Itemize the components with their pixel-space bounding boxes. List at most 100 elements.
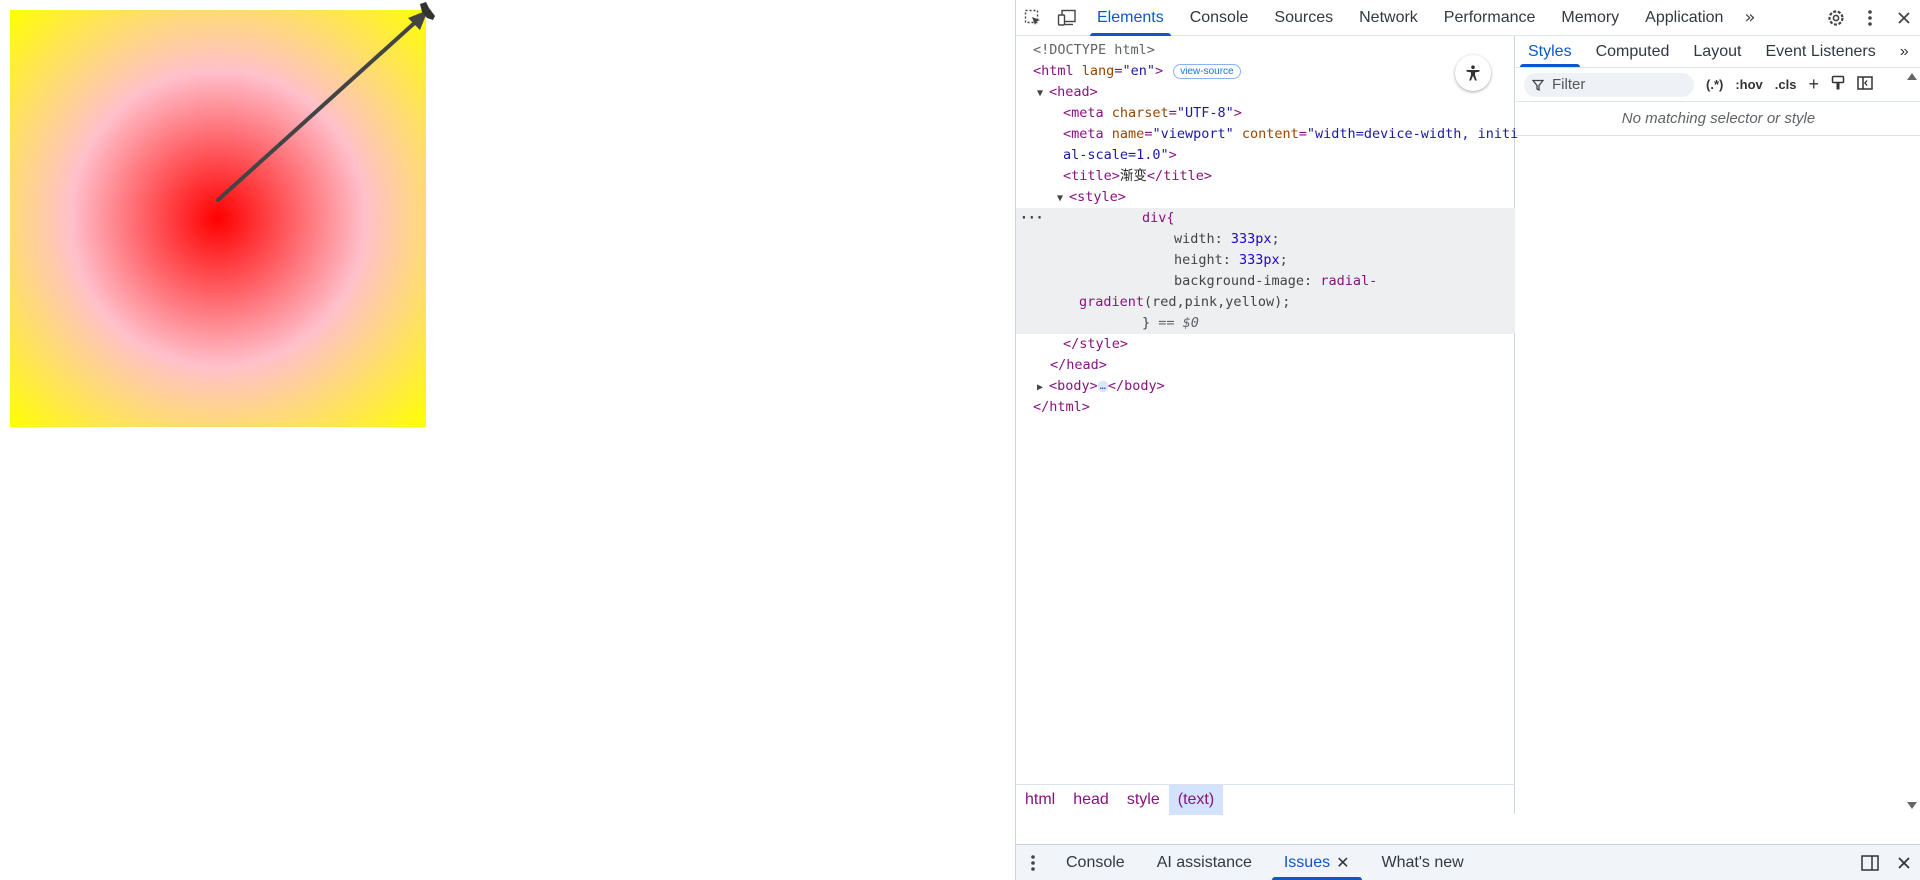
head-close-tag: head bbox=[1066, 357, 1099, 373]
drawer-tab-console[interactable]: Console bbox=[1050, 845, 1141, 880]
accessibility-tree-toggle[interactable] bbox=[1455, 55, 1491, 91]
meta-tag-name: meta bbox=[1071, 126, 1104, 142]
head-tag-name: head bbox=[1057, 84, 1090, 100]
meta-name-attr: name bbox=[1111, 126, 1145, 142]
no-matching-styles-message: No matching selector or style bbox=[1516, 102, 1920, 136]
tab-performance[interactable]: Performance bbox=[1431, 0, 1549, 36]
tab-styles[interactable]: Styles bbox=[1516, 36, 1584, 67]
regex-toggle-button[interactable]: (.*) bbox=[1700, 77, 1729, 92]
tab-console[interactable]: Console bbox=[1177, 0, 1262, 36]
dom-line-html[interactable]: <html lang="en"> view-source bbox=[1016, 61, 1515, 82]
dom-line-css-bg: background-image: radial- bbox=[1016, 271, 1515, 292]
collapsed-content-ellipsis[interactable]: … bbox=[1097, 380, 1108, 392]
dom-line-meta-viewport[interactable]: <meta name="viewport" content="width=dev… bbox=[1016, 124, 1518, 145]
close-drawer-icon[interactable] bbox=[1887, 845, 1920, 880]
css-width-val: 333px bbox=[1230, 231, 1272, 247]
tab-elements[interactable]: Elements bbox=[1084, 0, 1177, 36]
styles-filter-input[interactable]: Filter bbox=[1524, 72, 1694, 97]
more-actions-dots-icon[interactable]: ··· bbox=[1020, 208, 1043, 229]
breadcrumb-head[interactable]: head bbox=[1064, 785, 1118, 815]
css-height-prop: height: bbox=[1174, 252, 1240, 268]
tab-event-listeners[interactable]: Event Listeners bbox=[1753, 36, 1887, 67]
devtools-drawer: Console AI assistance Issues ✕ What's ne… bbox=[1016, 844, 1920, 880]
styles-filter-row: Filter (.*) :hov .cls + bbox=[1516, 68, 1920, 102]
css-bg-func: gradient bbox=[1079, 294, 1145, 310]
dom-line-head-close[interactable]: </head> bbox=[1016, 355, 1515, 376]
dom-line-css-selector[interactable]: ··· div{ bbox=[1016, 208, 1515, 229]
close-tab-icon[interactable]: ✕ bbox=[1336, 853, 1349, 873]
html-lang-attr: lang bbox=[1081, 63, 1115, 79]
scroll-up-arrow-icon bbox=[1907, 73, 1917, 80]
tab-computed[interactable]: Computed bbox=[1584, 36, 1682, 67]
dom-line-meta-charset[interactable]: <meta charset="UTF-8"> bbox=[1016, 103, 1515, 124]
meta-charset-attr: charset bbox=[1111, 105, 1169, 121]
devtools-panel: Elements Console Sources Network Perform… bbox=[1015, 0, 1920, 880]
dom-tree: <!DOCTYPE html> <html lang="en"> view-so… bbox=[1016, 40, 1518, 418]
gradient-div[interactable] bbox=[10, 10, 426, 427]
filter-tools: (.*) :hov .cls + bbox=[1700, 74, 1879, 95]
more-tabs-chevron-icon[interactable]: » bbox=[1736, 0, 1763, 36]
devtools-main-toolbar: Elements Console Sources Network Perform… bbox=[1016, 0, 1920, 36]
expand-triangle-icon[interactable]: ▼ bbox=[1037, 83, 1049, 104]
breadcrumb: html head style (text) bbox=[1016, 784, 1515, 815]
toggle-sidebar-icon[interactable] bbox=[1851, 76, 1879, 93]
drawer-tab-issues[interactable]: Issues ✕ bbox=[1268, 845, 1366, 880]
breadcrumb-text[interactable]: (text) bbox=[1168, 784, 1224, 815]
close-devtools-icon[interactable] bbox=[1887, 0, 1920, 36]
drawer-menu-icon[interactable] bbox=[1016, 845, 1050, 880]
breadcrumb-style[interactable]: style bbox=[1118, 785, 1169, 815]
class-toggle-button[interactable]: .cls bbox=[1769, 77, 1803, 92]
title-text: 渐变 bbox=[1119, 168, 1147, 184]
dom-line-body[interactable]: ▶ <body>… </body> bbox=[1016, 376, 1515, 397]
tab-application[interactable]: Application bbox=[1632, 0, 1736, 36]
tab-layout[interactable]: Layout bbox=[1681, 36, 1753, 67]
css-bg-val: radial- bbox=[1320, 273, 1378, 289]
css-semicolon: ; bbox=[1279, 252, 1288, 268]
dom-line-title[interactable]: <title>渐变</title> bbox=[1016, 166, 1515, 187]
css-height-val: 333px bbox=[1239, 252, 1280, 268]
scrollbar[interactable] bbox=[1905, 68, 1919, 814]
drawer-right-actions bbox=[1853, 845, 1920, 880]
device-toolbar-icon[interactable] bbox=[1050, 0, 1084, 36]
selected-node-marker: == $0 bbox=[1158, 315, 1199, 331]
dom-line-head[interactable]: ▼ <head> bbox=[1016, 82, 1515, 103]
tab-sources[interactable]: Sources bbox=[1261, 0, 1346, 36]
breadcrumb-html[interactable]: html bbox=[1016, 785, 1064, 815]
dom-line-style-close[interactable]: </style> bbox=[1016, 334, 1515, 355]
dom-line-doctype[interactable]: <!DOCTYPE html> bbox=[1016, 40, 1515, 61]
settings-gear-icon[interactable] bbox=[1819, 0, 1853, 36]
dom-line-css-height: height: 333px; bbox=[1016, 250, 1515, 271]
view-source-badge[interactable]: view-source bbox=[1173, 63, 1241, 79]
title-tag-name: title bbox=[1071, 168, 1112, 184]
tab-memory[interactable]: Memory bbox=[1548, 0, 1632, 36]
styles-tabs: Styles Computed Layout Event Listeners » bbox=[1516, 36, 1920, 68]
style-tag-name: style bbox=[1077, 189, 1118, 205]
scroll-down-arrow-icon bbox=[1907, 802, 1917, 809]
new-style-rule-plus-icon[interactable]: + bbox=[1802, 74, 1825, 95]
expand-triangle-icon[interactable]: ▼ bbox=[1057, 188, 1069, 209]
toolbar-right-actions bbox=[1819, 0, 1920, 36]
dom-line-style[interactable]: ▼ <style> bbox=[1016, 187, 1515, 208]
style-close-tag: style bbox=[1079, 336, 1120, 352]
styles-sidebar: Styles Computed Layout Event Listeners »… bbox=[1516, 36, 1920, 814]
tab-network[interactable]: Network bbox=[1346, 0, 1431, 36]
accessibility-person-icon bbox=[1466, 65, 1480, 81]
dock-side-icon[interactable] bbox=[1853, 845, 1887, 880]
more-sidebar-tabs-chevron-icon[interactable]: » bbox=[1888, 36, 1920, 67]
paint-brush-icon[interactable] bbox=[1825, 75, 1851, 94]
css-width-prop: width: bbox=[1174, 231, 1231, 247]
css-selector: div{ bbox=[1142, 210, 1175, 226]
meta-name-value: "viewport" bbox=[1152, 126, 1234, 142]
html-tag-name: html bbox=[1041, 63, 1074, 79]
dom-line-html-close[interactable]: </html> bbox=[1016, 397, 1515, 418]
kebab-menu-icon[interactable] bbox=[1853, 0, 1887, 36]
dom-line-css-close: } == $0 bbox=[1016, 313, 1515, 334]
collapse-triangle-icon[interactable]: ▶ bbox=[1037, 377, 1049, 398]
doctype-text: <!DOCTYPE html> bbox=[1033, 42, 1155, 58]
hover-state-button[interactable]: :hov bbox=[1729, 77, 1768, 92]
drawer-tab-ai-assistance[interactable]: AI assistance bbox=[1141, 845, 1268, 880]
drawer-tab-whats-new[interactable]: What's new bbox=[1366, 845, 1480, 880]
inspect-element-icon[interactable] bbox=[1016, 0, 1050, 36]
body-close-tag: body bbox=[1124, 378, 1157, 394]
meta-charset-value: "UTF-8" bbox=[1176, 105, 1234, 121]
